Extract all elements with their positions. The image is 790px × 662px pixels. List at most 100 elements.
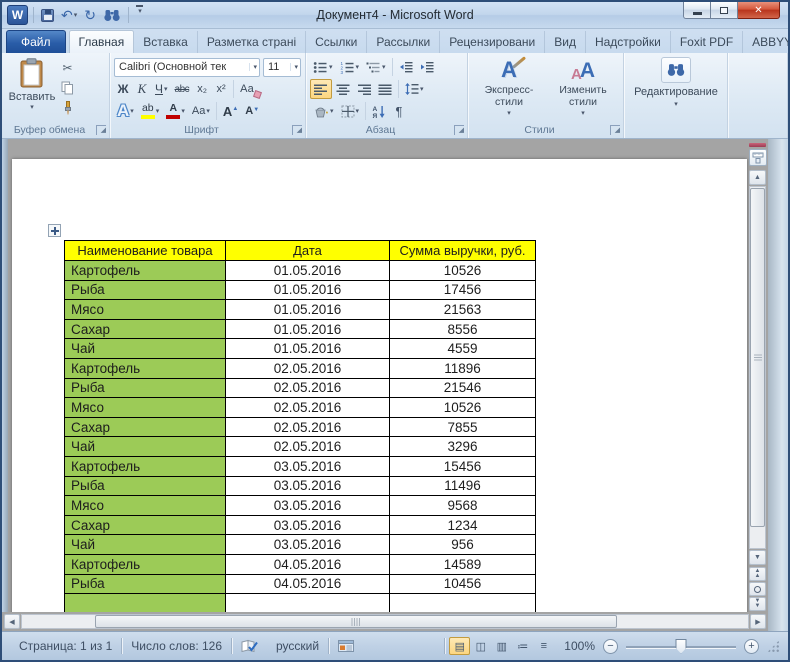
customize-qat-button[interactable]: ▾ <box>134 5 145 25</box>
table-cell[interactable]: Сахар <box>65 515 226 535</box>
clear-formatting-button[interactable]: Аа <box>237 79 257 99</box>
table-cell[interactable]: Рыба <box>65 476 226 496</box>
scroll-down-button[interactable]: ▼ <box>749 550 766 565</box>
table-cell[interactable]: 7855 <box>390 417 536 437</box>
highlight-button[interactable]: ab ▾ <box>138 101 163 121</box>
table-cell[interactable]: 1234 <box>390 515 536 535</box>
table-move-handle-icon[interactable] <box>48 224 61 237</box>
dialog-launcher-icon[interactable]: ◢ <box>292 125 302 135</box>
table-cell[interactable]: 01.05.2016 <box>226 300 390 320</box>
tab-рецензировани[interactable]: Рецензировани <box>440 31 545 53</box>
redo-button[interactable]: ↻ <box>82 5 98 25</box>
decrease-indent-button[interactable] <box>396 57 416 77</box>
table-cell[interactable]: Мясо <box>65 300 226 320</box>
table-cell[interactable]: Мясо <box>65 398 226 418</box>
editing-button[interactable]: Редактирование ▾ <box>634 57 718 108</box>
bullets-button[interactable]: ▾ <box>310 57 336 77</box>
view-draft-button[interactable]: ≡ <box>533 637 554 655</box>
table-cell[interactable]: 10456 <box>390 574 536 594</box>
zoom-level[interactable]: 100% <box>564 639 595 653</box>
font-name-combo[interactable]: Calibri (Основной тек ▾ <box>114 58 260 77</box>
table-cell[interactable] <box>226 594 390 614</box>
table-cell[interactable]: 10526 <box>390 261 536 281</box>
table-cell[interactable]: 03.05.2016 <box>226 535 390 555</box>
table-header-cell[interactable]: Дата <box>226 241 390 261</box>
scroll-left-button[interactable]: ◀ <box>4 614 20 629</box>
next-page-button[interactable]: ▼▼ <box>749 597 766 611</box>
table-cell[interactable]: 956 <box>390 535 536 555</box>
quick-styles-button[interactable]: А Экспресс-стили ▾ <box>472 57 546 122</box>
table-cell[interactable]: 10526 <box>390 398 536 418</box>
table-cell[interactable]: 03.05.2016 <box>226 476 390 496</box>
previous-page-button[interactable]: ▲▲ <box>749 567 766 581</box>
table-cell[interactable]: 04.05.2016 <box>226 574 390 594</box>
table-cell[interactable]: 17456 <box>390 280 536 300</box>
table-cell[interactable]: 01.05.2016 <box>226 339 390 359</box>
word-logo-icon[interactable]: W <box>7 5 28 25</box>
italic-button[interactable]: К <box>133 79 151 99</box>
table-cell[interactable]: 02.05.2016 <box>226 378 390 398</box>
page-indicator[interactable]: Страница: 1 из 1 <box>10 639 121 653</box>
tab-abbyy-pdf-trans[interactable]: ABBYY PDF Trans <box>743 31 790 53</box>
scroll-up-button[interactable]: ▲ <box>749 170 766 185</box>
zoom-slider[interactable] <box>626 639 736 654</box>
language-indicator[interactable]: русский <box>267 639 328 653</box>
table-cell[interactable]: Сахар <box>65 417 226 437</box>
table-cell[interactable]: Картофель <box>65 358 226 378</box>
table-cell[interactable]: 02.05.2016 <box>226 417 390 437</box>
line-spacing-button[interactable]: ▾ <box>402 79 427 99</box>
table-cell[interactable]: 03.05.2016 <box>226 496 390 516</box>
table-cell[interactable]: Чай <box>65 339 226 359</box>
tab-рассылки[interactable]: Рассылки <box>367 31 440 53</box>
table-cell[interactable]: 02.05.2016 <box>226 437 390 457</box>
change-styles-button[interactable]: АА Изменить стили ▾ <box>546 57 620 122</box>
tab-file[interactable]: Файл <box>6 30 66 53</box>
horizontal-scroll-track[interactable] <box>21 614 749 629</box>
sort-button[interactable]: А Я <box>369 101 389 121</box>
increase-indent-button[interactable] <box>417 57 437 77</box>
table-cell[interactable]: 03.05.2016 <box>226 515 390 535</box>
view-outline-button[interactable]: ≔ <box>512 637 533 655</box>
table-cell[interactable]: 02.05.2016 <box>226 358 390 378</box>
borders-button[interactable]: ▾ <box>338 101 363 121</box>
align-left-button[interactable] <box>310 79 332 99</box>
view-web-layout-button[interactable]: ▥ <box>491 637 512 655</box>
restore-button[interactable] <box>711 2 738 19</box>
table-cell[interactable]: 01.05.2016 <box>226 319 390 339</box>
horizontal-scroll-thumb[interactable] <box>95 615 618 628</box>
superscript-button[interactable]: x² <box>212 79 230 99</box>
change-case-button[interactable]: Аа▾ <box>189 101 213 121</box>
select-browse-object-button[interactable] <box>749 582 766 596</box>
word-count[interactable]: Число слов: 126 <box>122 639 231 653</box>
tab-разметка-страні[interactable]: Разметка страні <box>198 31 306 53</box>
view-print-layout-button[interactable]: ▤ <box>449 637 470 655</box>
split-handle[interactable] <box>749 143 766 147</box>
scroll-right-button[interactable]: ▶ <box>750 614 766 629</box>
bold-button[interactable]: Ж <box>114 79 132 99</box>
strikethrough-button[interactable]: abc <box>172 79 193 99</box>
justify-button[interactable] <box>375 79 395 99</box>
cut-button[interactable]: ✂ <box>58 59 77 77</box>
vertical-scroll-track[interactable] <box>749 186 766 549</box>
dialog-launcher-icon[interactable]: ◢ <box>610 125 620 135</box>
spell-check-button[interactable] <box>232 639 267 653</box>
subscript-button[interactable]: x₂ <box>193 79 211 99</box>
table-cell[interactable]: Рыба <box>65 280 226 300</box>
undo-button[interactable]: ↶▾ <box>59 5 79 25</box>
table-cell[interactable]: Рыба <box>65 378 226 398</box>
document-page[interactable]: Наименование товара Дата Сумма выручки, … <box>12 159 747 631</box>
text-effects-button[interactable]: А▾ <box>114 101 137 121</box>
table-cell[interactable]: 11896 <box>390 358 536 378</box>
table-cell[interactable]: 21563 <box>390 300 536 320</box>
zoom-slider-thumb[interactable] <box>676 639 687 654</box>
tab-вставка[interactable]: Вставка <box>134 31 198 53</box>
find-button[interactable] <box>101 5 123 25</box>
grow-font-button[interactable]: А▲ <box>220 101 241 121</box>
table-cell[interactable]: Картофель <box>65 554 226 574</box>
save-button[interactable] <box>39 5 56 25</box>
minimize-button[interactable] <box>683 2 711 19</box>
tab-foxit-pdf[interactable]: Foxit PDF <box>671 31 743 53</box>
dialog-launcher-icon[interactable]: ◢ <box>454 125 464 135</box>
table-cell[interactable]: 01.05.2016 <box>226 280 390 300</box>
table-cell[interactable]: 04.05.2016 <box>226 554 390 574</box>
